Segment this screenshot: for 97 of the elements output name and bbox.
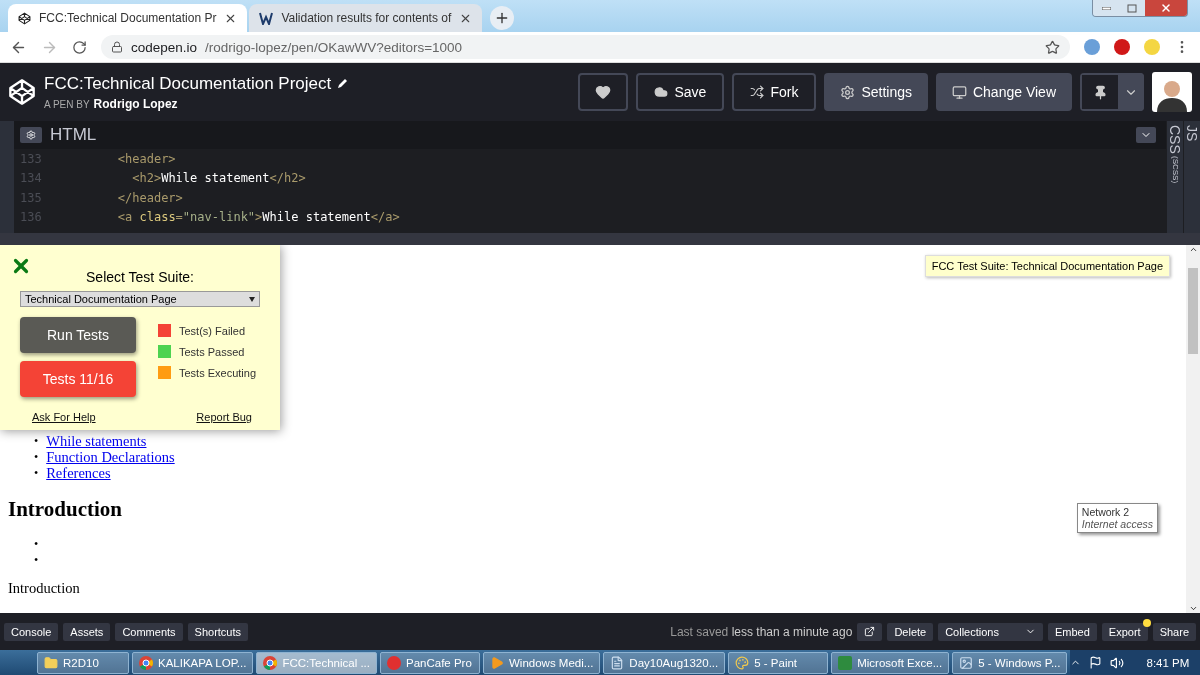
code-line: <h2>While statement</h2> [131,171,306,186]
help-link[interactable]: Ask For Help [32,411,96,423]
network-name: Network 2 [1081,506,1131,518]
code-line: <header> [116,151,176,166]
byline-label: A PEN BY [44,98,90,110]
chrome-icon [139,655,153,670]
picture-viewer-icon [959,655,974,670]
bullet-mark: • [34,536,39,552]
open-external-button[interactable] [857,622,883,641]
reload-icon[interactable] [72,39,87,55]
pencil-icon[interactable] [336,77,349,90]
scrollbar[interactable] [1186,245,1200,613]
test-results-button[interactable]: Tests 11/16 [20,361,136,397]
minimize-icon [1101,6,1111,10]
external-link-icon [864,626,876,637]
scrollbar-thumb[interactable] [1188,268,1198,354]
footer-button[interactable]: Export [1101,622,1148,641]
like-button[interactable] [578,73,629,111]
play-icon [490,655,504,670]
nav-link[interactable]: While statements [46,433,147,449]
validator-logo-icon [259,11,274,25]
nav-link[interactable]: Function Declarations [46,449,175,465]
editor-settings-button[interactable] [20,127,42,143]
address-field[interactable]: codepen.io /rodrigo-lopez/pen/OKawWV?editors=1000 [101,35,1070,59]
code-line: <a class="nav-link">While statement</a> [116,210,400,225]
settings-icon [26,130,36,140]
footer-button[interactable]: Shortcuts [187,622,249,641]
close-window-button[interactable] [1145,0,1187,16]
pin-button[interactable] [1082,75,1118,109]
report-bug-link[interactable]: Report Bug [196,411,252,423]
monitor-icon [951,84,967,100]
taskbar-button[interactable]: KALIKAPA LOP... [132,651,254,674]
bullet-mark: • [34,465,39,481]
footer-button[interactable]: Delete [887,622,934,641]
author-name: Rodrigo Lopez [93,96,178,111]
flag-icon[interactable] [1089,656,1103,669]
footer-button[interactable]: Embed [1048,622,1097,641]
scroll-down-icon[interactable] [1188,604,1198,613]
browser-tab[interactable]: FCC:Technical Documentation Pr [8,4,248,32]
header-button[interactable]: Change View [935,73,1072,111]
new-tab-button[interactable] [490,6,515,30]
volume-icon[interactable] [1110,655,1125,670]
test-suite-badge: FCC Test Suite: Technical Documentation Page [924,255,1170,277]
legend-label: Test(s) Failed [179,324,246,337]
pin-icon [1092,84,1108,100]
run-tests-button[interactable]: Run Tests [20,317,136,353]
user-avatar[interactable] [1152,72,1192,112]
footer-button[interactable]: Collections [938,622,1043,641]
taskbar-button[interactable]: Microsoft Exce... [831,651,950,674]
bullet-mark: • [34,552,39,568]
scroll-up-icon[interactable] [1188,245,1198,254]
legend-label: Tests Passed [179,345,245,358]
notification-dot [1142,618,1151,627]
codepen-logo-icon [18,11,31,25]
close-icon [1160,2,1172,14]
fork-icon [750,85,765,99]
clock: 8:41 PM [1146,656,1190,669]
legend-label: Tests Executing [179,366,257,379]
header-button[interactable]: Fork [732,73,817,111]
folder-icon [44,655,58,670]
person-silhouette-icon [1157,78,1187,112]
settings-icon [840,84,856,100]
taskbar-button[interactable]: 5 - Windows P... [952,651,1068,674]
footer-button[interactable]: Assets [63,622,111,641]
cloud-icon [654,85,669,99]
bullet-mark: • [34,433,39,449]
taskbar-button[interactable]: 5 - Paint [728,651,829,674]
restore-icon [1127,3,1137,13]
editor-title: HTML [50,125,98,145]
taskbar-button[interactable]: Windows Medi... [483,651,601,674]
network-status: Internet access [1081,518,1153,530]
section-heading: Introduction [8,497,122,522]
footer-button[interactable]: Comments [115,622,183,641]
palette-icon [735,655,750,670]
header-button[interactable]: Settings [824,73,928,111]
bookmark-star-icon[interactable] [1045,39,1060,55]
notepad-icon [610,655,625,670]
codepen-logo-icon [8,78,36,106]
bullet-mark: • [34,449,39,465]
footer-button[interactable]: Share [1152,622,1196,641]
heart-icon [595,84,612,100]
footer-button[interactable]: Console [4,622,59,641]
suite-select[interactable]: Technical Documentation Page [20,291,260,307]
saved-status: Last saved less than a minute ago [670,624,853,639]
header-button[interactable]: Save [636,73,725,111]
chrome-icon [263,655,278,670]
paragraph: Introduction [8,580,81,597]
nav-link[interactable]: References [46,465,111,481]
collapse-button[interactable] [1136,127,1156,143]
taskbar-button[interactable]: Day10Aug1320... [603,651,726,674]
taskbar-button[interactable]: R2D10 [37,651,129,674]
lock-icon [111,41,123,53]
code-line: </header> [116,190,183,205]
browser-tab[interactable]: Validation results for contents of [249,4,483,32]
panel-title: Select Test Suite: [85,269,195,285]
pen-title: FCC:Technical Documentation Project [44,73,332,94]
taskbar-button[interactable]: PanCafe Pro [380,651,480,674]
